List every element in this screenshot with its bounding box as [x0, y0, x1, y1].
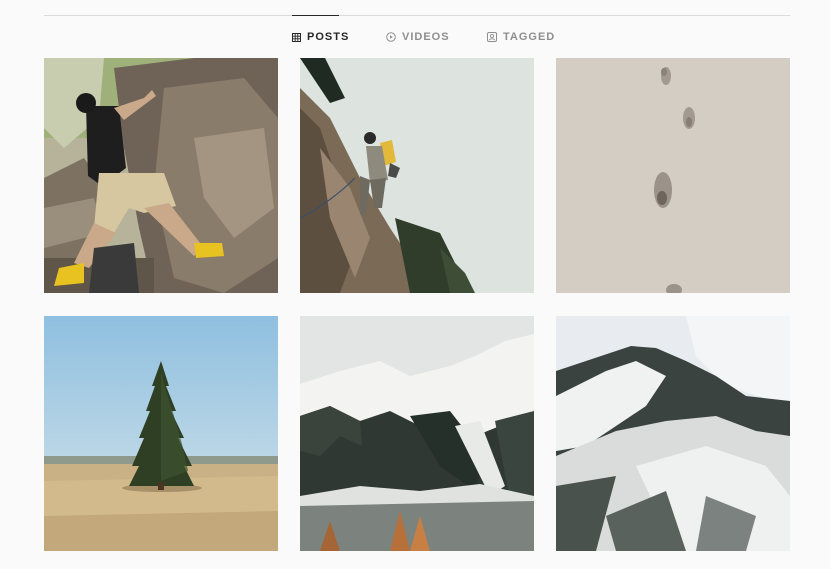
- tab-videos-label: VIDEOS: [402, 31, 450, 43]
- post-thumbnail[interactable]: [556, 58, 790, 293]
- post-thumbnail[interactable]: [556, 316, 790, 551]
- tab-posts-label: POSTS: [307, 31, 350, 43]
- profile-tabs: POSTS VIDEOS TAGGED: [0, 15, 830, 59]
- tab-tagged[interactable]: TAGGED: [487, 15, 555, 59]
- grid-icon: [292, 32, 301, 42]
- post-thumbnail[interactable]: [44, 58, 278, 293]
- play-circle-icon: [386, 32, 396, 42]
- tab-tagged-label: TAGGED: [503, 31, 556, 43]
- tab-videos[interactable]: VIDEOS: [386, 15, 450, 59]
- post-thumbnail[interactable]: [300, 316, 534, 551]
- post-thumbnail[interactable]: [300, 58, 534, 293]
- tab-posts[interactable]: POSTS: [292, 15, 348, 59]
- tag-person-icon: [487, 32, 497, 42]
- post-thumbnail[interactable]: [44, 316, 278, 551]
